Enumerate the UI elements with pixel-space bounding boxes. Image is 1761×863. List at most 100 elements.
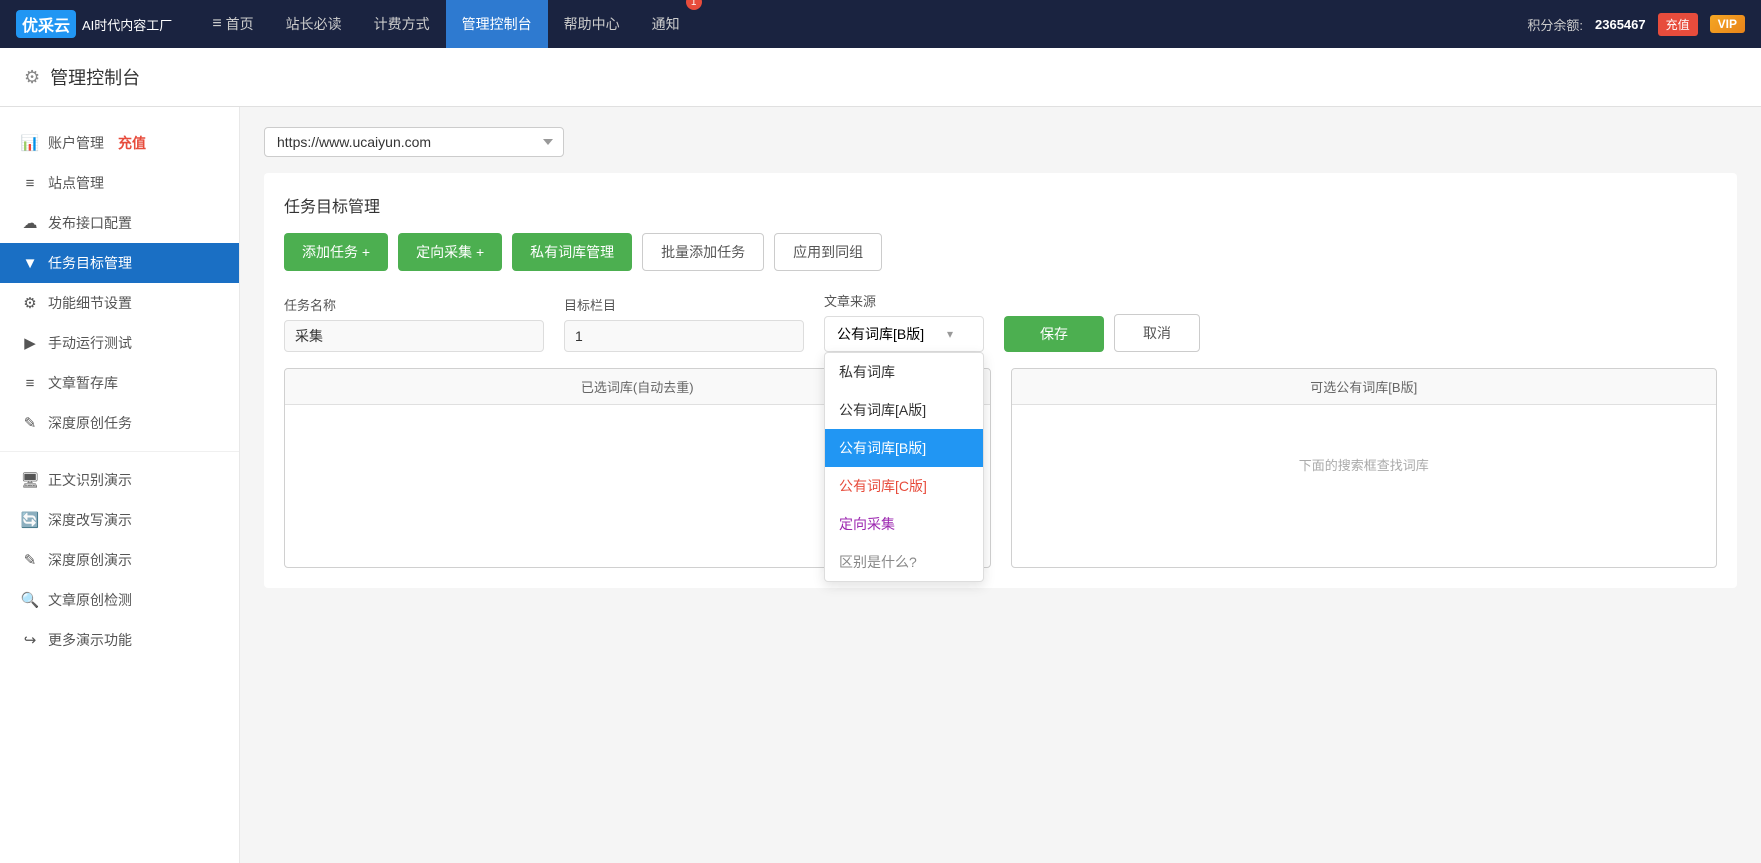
sidebar-settings-label: 功能细节设置 bbox=[48, 293, 132, 313]
sidebar-more-label: 更多演示功能 bbox=[48, 630, 132, 650]
source-select-button[interactable]: 公有词库[B版] bbox=[824, 316, 984, 352]
sidebar-divider bbox=[0, 451, 239, 452]
wordlib-right-header: 可选公有词库[B版] bbox=[1012, 369, 1717, 405]
sidebar-item-original[interactable]: ✎ 深度原创任务 bbox=[0, 403, 239, 443]
sidebar-item-task[interactable]: ▼ 任务目标管理 bbox=[0, 243, 239, 283]
site-icon: ≡ bbox=[20, 175, 40, 192]
action-btn-row: 添加任务 + 定向采集 + 私有词库管理 批量添加任务 应用到同组 bbox=[284, 233, 1717, 271]
dropdown-public-c[interactable]: 公有词库[C版] bbox=[825, 467, 983, 505]
logo-icon: 优采云 bbox=[16, 10, 76, 38]
rewrite-icon: 🔄 bbox=[20, 511, 40, 529]
sidebar-site-label: 站点管理 bbox=[48, 173, 104, 193]
dropdown-diff[interactable]: 区别是什么? bbox=[825, 543, 983, 581]
nav-home-label: 首页 bbox=[226, 14, 254, 34]
settings-icon: ⚙ bbox=[20, 294, 40, 312]
cancel-button[interactable]: 取消 bbox=[1114, 314, 1200, 352]
topup-button[interactable]: 充值 bbox=[1658, 13, 1698, 36]
logo-subtitle: AI时代内容工厂 bbox=[82, 15, 172, 34]
dropdown-directed[interactable]: 定向采集 bbox=[825, 505, 983, 543]
sidebar-item-check[interactable]: 🔍 文章原创检测 bbox=[0, 580, 239, 620]
nav-console-label: 管理控制台 bbox=[462, 14, 532, 34]
sidebar-item-more[interactable]: ↪ 更多演示功能 bbox=[0, 620, 239, 660]
task-icon: ▼ bbox=[20, 255, 40, 272]
points-value: 2365467 bbox=[1595, 17, 1646, 32]
form-row: 任务名称 目标栏目 文章来源 公有词库[B版] 私有词库 bbox=[284, 291, 1717, 352]
sidebar-item-publish[interactable]: ☁ 发布接口配置 bbox=[0, 203, 239, 243]
sidebar-item-orig-demo[interactable]: ✎ 深度原创演示 bbox=[0, 540, 239, 580]
sidebar-item-ocr[interactable]: 🖥 正文识别演示 bbox=[0, 460, 239, 500]
wordlib-right: 可选公有词库[B版] 下面的搜索框查找词库 bbox=[1011, 368, 1718, 568]
nav-pricing[interactable]: 计费方式 bbox=[358, 0, 446, 48]
sidebar-item-site[interactable]: ≡ 站点管理 bbox=[0, 163, 239, 203]
page-header: ⚙ 管理控制台 bbox=[0, 48, 1761, 107]
topnav-right: 积分余额: 2365467 充值 VIP bbox=[1527, 13, 1745, 36]
more-icon: ↪ bbox=[20, 631, 40, 649]
dropdown-public-a[interactable]: 公有词库[A版] bbox=[825, 391, 983, 429]
nav-must-read[interactable]: 站长必读 bbox=[270, 0, 358, 48]
draft-icon: ≡ bbox=[20, 375, 40, 392]
sidebar: 📊 账户管理 充值 ≡ 站点管理 ☁ 发布接口配置 ▼ 任务目标管理 ⚙ 功能细… bbox=[0, 107, 240, 863]
page-title: 管理控制台 bbox=[50, 64, 140, 90]
task-name-input[interactable] bbox=[284, 320, 544, 352]
apply-group-button[interactable]: 应用到同组 bbox=[774, 233, 882, 271]
settings-icon: ⚙ bbox=[24, 67, 40, 88]
nav-notify-label: 通知 bbox=[652, 14, 680, 34]
topnav: 优采云 AI时代内容工厂 ≡ 首页 站长必读 计费方式 管理控制台 帮助中心 通… bbox=[0, 0, 1761, 48]
nav-menu: ≡ 首页 站长必读 计费方式 管理控制台 帮助中心 通知 1 bbox=[196, 0, 1527, 48]
sidebar-original-label: 深度原创任务 bbox=[48, 413, 132, 433]
sidebar-item-draft[interactable]: ≡ 文章暂存库 bbox=[0, 363, 239, 403]
sidebar-account-label: 账户管理 bbox=[48, 133, 104, 153]
task-name-group: 任务名称 bbox=[284, 295, 544, 352]
private-lib-button[interactable]: 私有词库管理 bbox=[512, 233, 632, 271]
form-action-btns: 保存 取消 bbox=[1004, 314, 1200, 352]
batch-add-button[interactable]: 批量添加任务 bbox=[642, 233, 764, 271]
sidebar-orig-demo-label: 深度原创演示 bbox=[48, 550, 132, 570]
sidebar-check-label: 文章原创检测 bbox=[48, 590, 132, 610]
main-content: https://www.ucaiyun.com 任务目标管理 添加任务 + 定向… bbox=[240, 107, 1761, 863]
vip-badge: VIP bbox=[1710, 15, 1745, 33]
nav-help-label: 帮助中心 bbox=[564, 14, 620, 34]
notify-badge: 1 bbox=[686, 0, 702, 10]
publish-icon: ☁ bbox=[20, 214, 40, 232]
logo: 优采云 AI时代内容工厂 bbox=[16, 10, 172, 38]
sidebar-draft-label: 文章暂存库 bbox=[48, 373, 118, 393]
sidebar-recharge-link[interactable]: 充值 bbox=[118, 133, 146, 153]
nav-must-read-label: 站长必读 bbox=[286, 14, 342, 34]
directed-button[interactable]: 定向采集 + bbox=[398, 233, 502, 271]
target-col-group: 目标栏目 bbox=[564, 295, 804, 352]
nav-pricing-label: 计费方式 bbox=[374, 14, 430, 34]
target-col-input[interactable] bbox=[564, 320, 804, 352]
check-icon: 🔍 bbox=[20, 591, 40, 609]
wordlib-row: 已选词库(自动去重) 可选公有词库[B版] 下面的搜索框查找词库 bbox=[284, 368, 1717, 568]
layout: 📊 账户管理 充值 ≡ 站点管理 ☁ 发布接口配置 ▼ 任务目标管理 ⚙ 功能细… bbox=[0, 107, 1761, 863]
nav-notify[interactable]: 通知 1 bbox=[636, 0, 696, 48]
source-select-wrap: 公有词库[B版] 私有词库 公有词库[A版] 公有词库[B版] 公有词库[C版]… bbox=[824, 316, 984, 352]
task-name-label: 任务名称 bbox=[284, 295, 544, 314]
account-icon: 📊 bbox=[20, 134, 40, 152]
site-select[interactable]: https://www.ucaiyun.com bbox=[264, 127, 564, 157]
source-label: 文章来源 bbox=[824, 291, 984, 310]
ocr-icon: 🖥 bbox=[20, 471, 40, 489]
nav-home[interactable]: ≡ 首页 bbox=[196, 0, 269, 48]
sidebar-item-manual[interactable]: ▶ 手动运行测试 bbox=[0, 323, 239, 363]
sidebar-ocr-label: 正文识别演示 bbox=[48, 470, 132, 490]
site-selector-wrap: https://www.ucaiyun.com bbox=[264, 127, 1737, 157]
nav-console[interactable]: 管理控制台 bbox=[446, 0, 548, 48]
add-task-button[interactable]: 添加任务 + bbox=[284, 233, 388, 271]
nav-help[interactable]: 帮助中心 bbox=[548, 0, 636, 48]
sidebar-item-settings[interactable]: ⚙ 功能细节设置 bbox=[0, 283, 239, 323]
section-title: 任务目标管理 bbox=[284, 193, 1717, 217]
task-section: 任务目标管理 添加任务 + 定向采集 + 私有词库管理 批量添加任务 应用到同组… bbox=[264, 173, 1737, 588]
sidebar-publish-label: 发布接口配置 bbox=[48, 213, 132, 233]
home-icon: ≡ bbox=[212, 15, 221, 33]
save-button[interactable]: 保存 bbox=[1004, 316, 1104, 352]
original-icon: ✎ bbox=[20, 414, 40, 432]
wordlib-right-body: 下面的搜索框查找词库 bbox=[1012, 405, 1717, 555]
manual-icon: ▶ bbox=[20, 334, 40, 352]
source-group: 文章来源 公有词库[B版] 私有词库 公有词库[A版] 公有词库[B版] 公有词… bbox=[824, 291, 984, 352]
sidebar-item-rewrite[interactable]: 🔄 深度改写演示 bbox=[0, 500, 239, 540]
sidebar-item-account[interactable]: 📊 账户管理 充值 bbox=[0, 123, 239, 163]
sidebar-task-label: 任务目标管理 bbox=[48, 253, 132, 273]
dropdown-public-b[interactable]: 公有词库[B版] bbox=[825, 429, 983, 467]
dropdown-private[interactable]: 私有词库 bbox=[825, 353, 983, 391]
